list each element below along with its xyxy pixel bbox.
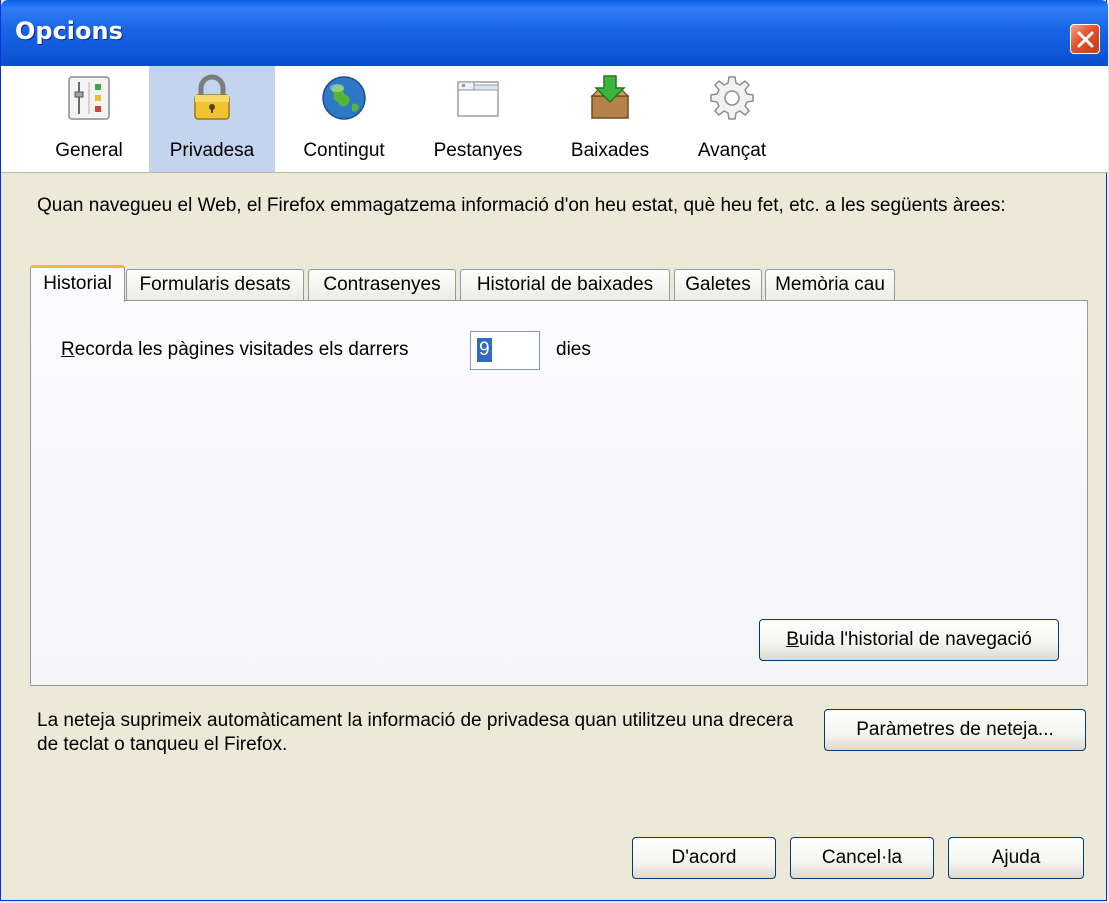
window-title: Opcions (15, 17, 123, 45)
close-icon (1077, 31, 1094, 48)
toolbar-item-tabs[interactable]: Pestanyes (415, 66, 541, 172)
remember-pages-label-text: ecorda les pàgines visitades els darrers (74, 339, 409, 360)
gear-icon (710, 76, 754, 120)
tab-saved-forms[interactable]: Formularis desats (126, 269, 304, 300)
toolbar-item-general[interactable]: General (37, 66, 141, 172)
cancel-button[interactable]: Cancel·la (790, 837, 934, 879)
toolbar-label-advanced: Avançat (697, 140, 767, 161)
toolbar-label-tabs: Pestanyes (433, 140, 523, 161)
help-button[interactable]: Ajuda (948, 837, 1084, 879)
general-settings-icon (68, 76, 110, 120)
clear-history-button-text: uida l'historial de navegació (798, 629, 1032, 650)
history-tab-panel: Recorda les pàgines visitades els darrer… (30, 300, 1088, 686)
toolbar-item-advanced[interactable]: Avançat (679, 66, 785, 172)
preferences-toolbar: General Privadesa Contingut Pestanyes Ba… (1, 66, 1108, 173)
tab-passwords[interactable]: Contrasenyes (308, 269, 456, 300)
remember-pages-label-accel: R (61, 339, 75, 360)
clear-history-button-accel: B (786, 629, 799, 650)
tabs-window-icon (457, 81, 499, 117)
history-days-input[interactable]: 9 (470, 331, 540, 370)
toolbar-item-privacy[interactable]: Privadesa (149, 66, 275, 172)
toolbar-label-content: Contingut (303, 140, 385, 161)
tab-cookies[interactable]: Galetes (674, 269, 762, 300)
toolbar-label-general: General (55, 140, 123, 161)
cleanup-settings-button[interactable]: Paràmetres de neteja... (824, 709, 1086, 751)
cleanup-description: La neteja suprimeix automàticament la in… (37, 710, 794, 755)
privacy-description: Quan navegueu el Web, el Firefox emmagat… (37, 195, 1006, 216)
toolbar-item-downloads[interactable]: Baixades (551, 66, 669, 172)
remember-pages-label: Recorda les pàgines visitades els darrer… (61, 339, 408, 361)
toolbar-label-downloads: Baixades (570, 140, 650, 161)
toolbar-item-content[interactable]: Contingut (285, 66, 403, 172)
clear-history-button[interactable]: Buida l'historial de navegació (759, 619, 1059, 661)
options-dialog: Opcions General Privadesa Contingut Pest… (0, 0, 1108, 901)
padlock-icon (194, 74, 230, 120)
history-days-value: 9 (477, 338, 492, 362)
tab-cache[interactable]: Memòria cau (765, 269, 895, 300)
tab-download-history[interactable]: Historial de baixades (460, 269, 670, 300)
tab-history[interactable]: Historial (30, 265, 125, 302)
download-box-icon (590, 75, 630, 119)
title-bar[interactable]: Opcions (1, 0, 1108, 66)
days-unit-label: dies (556, 339, 591, 360)
close-button[interactable] (1070, 24, 1100, 54)
ok-button[interactable]: D'acord (632, 837, 776, 879)
toolbar-label-privacy: Privadesa (169, 140, 255, 161)
globe-icon (322, 76, 366, 120)
